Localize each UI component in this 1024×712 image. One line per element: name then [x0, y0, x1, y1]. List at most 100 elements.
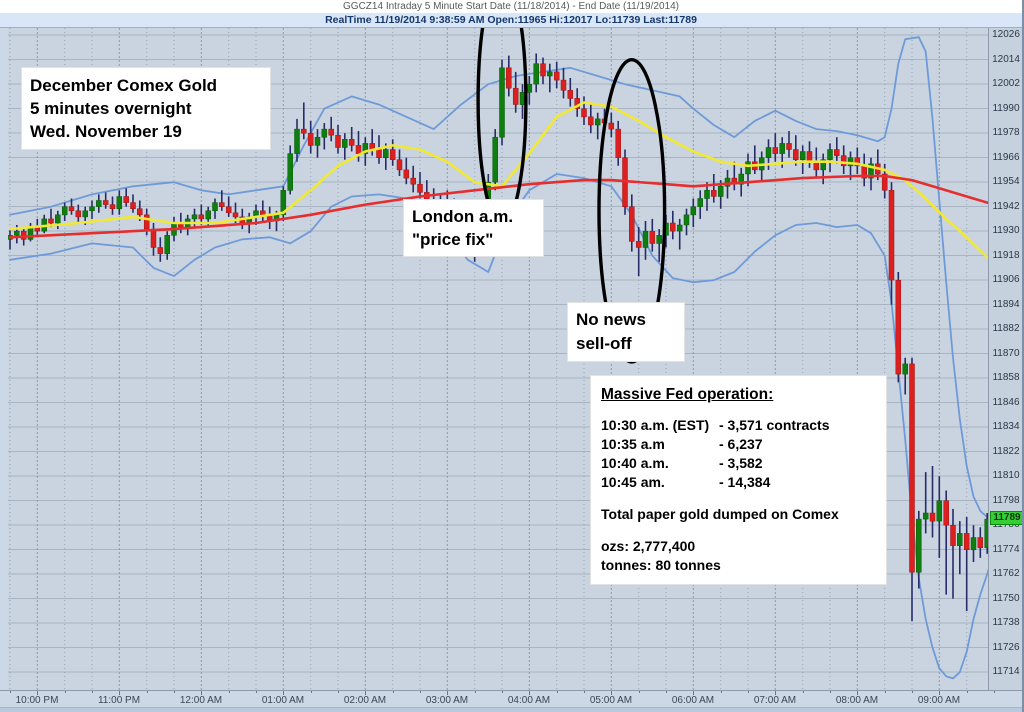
price-axis[interactable]: 11789 1202612014120021199011978119661195… [988, 28, 1023, 690]
candle-down [773, 148, 778, 154]
price-tick-label: 11942 [989, 202, 1023, 212]
candle-down [260, 211, 265, 215]
candle-up [766, 148, 771, 158]
candle-up [213, 203, 218, 211]
candle-down [349, 139, 354, 145]
annotation-line: 5 minutes overnight [30, 97, 262, 120]
price-tick-label: 11774 [989, 545, 1023, 555]
price-tick-label: 12014 [989, 55, 1023, 65]
price-tick-label: 11906 [989, 275, 1023, 285]
candle-up [96, 201, 101, 207]
candle-up [677, 225, 682, 231]
candle-down [151, 229, 156, 247]
candle-up [971, 538, 976, 550]
time-tick-label: 08:00 AM [836, 695, 878, 706]
candle-down [131, 203, 136, 209]
candle-up [916, 519, 921, 572]
time-tick [256, 691, 257, 693]
annotation-line: London a.m. [412, 205, 535, 228]
candle-up [322, 129, 327, 137]
candle-down [807, 152, 812, 162]
realtime-quote-line: RealTime 11/19/2014 9:38:59 AM Open:1196… [0, 13, 1022, 28]
time-tick [748, 691, 749, 693]
candle-up [643, 231, 648, 247]
chart-plot[interactable]: December Comex Gold 5 minutes overnight … [8, 28, 988, 690]
candle-down [199, 215, 204, 219]
candle-down [711, 190, 716, 196]
candle-down [513, 88, 518, 104]
candle-up [534, 64, 539, 84]
annotation-line: Wed. November 19 [30, 120, 262, 143]
candle-down [561, 80, 566, 90]
candle-down [944, 501, 949, 526]
fed-time: 10:45 am. [601, 473, 719, 492]
price-tick-label: 11726 [989, 643, 1023, 653]
time-tick [666, 691, 667, 693]
candle-down [541, 64, 546, 76]
candle-up [288, 154, 293, 191]
candle-down [951, 525, 956, 545]
price-tick-label: 11894 [989, 300, 1023, 310]
fed-row: 10:40 a.m. - 3,582 [601, 454, 878, 473]
time-tick [557, 691, 558, 693]
candle-down [554, 72, 559, 80]
price-tick-label: 11918 [989, 251, 1023, 261]
annotation-line: No news [576, 308, 676, 332]
candle-down [930, 513, 935, 521]
candle-down [616, 129, 621, 158]
time-tick [994, 691, 995, 693]
candle-up [206, 211, 211, 219]
candle-down [609, 123, 614, 129]
candle-down [329, 129, 334, 135]
fed-value: - 3,571 contracts [719, 416, 830, 435]
time-tick [311, 691, 312, 693]
candle-up [500, 68, 505, 137]
price-tick-label: 12002 [989, 79, 1023, 89]
candle-down [896, 280, 901, 374]
candle-up [718, 186, 723, 196]
candle-down [588, 117, 593, 125]
time-tick-label: 03:00 AM [426, 695, 468, 706]
price-tick-label: 11822 [989, 447, 1023, 457]
time-tick [475, 691, 476, 693]
annotation-london-fix: London a.m. "price fix" [404, 200, 543, 256]
candle-down [397, 160, 402, 170]
fed-total: Total paper gold dumped on Comex [601, 505, 878, 524]
candle-down [336, 135, 341, 147]
candle-up [14, 231, 19, 235]
time-tick [10, 691, 11, 693]
time-tick-label: 10:00 PM [16, 695, 59, 706]
candle-up [957, 533, 962, 545]
fed-value: - 3,582 [719, 454, 763, 473]
candle-up [705, 190, 710, 198]
candle-down [69, 207, 74, 211]
candle-down [793, 150, 798, 160]
time-axis[interactable]: 10:00 PM11:00 PM12:00 AM01:00 AM02:00 AM… [0, 690, 1024, 708]
candle-up [684, 215, 689, 225]
candle-up [55, 215, 60, 223]
fed-value: - 14,384 [719, 473, 770, 492]
candle-down [390, 150, 395, 160]
time-tick-label: 01:00 AM [262, 695, 304, 706]
time-tick [92, 691, 93, 693]
price-tick-label: 11870 [989, 349, 1023, 359]
candle-down [834, 150, 839, 156]
time-tick-label: 07:00 AM [754, 695, 796, 706]
candle-down [582, 109, 587, 117]
price-tick-label: 11858 [989, 373, 1023, 383]
time-tick [147, 691, 148, 693]
time-tick [584, 691, 585, 693]
price-tick-label: 11738 [989, 618, 1023, 628]
candle-down [568, 90, 573, 98]
candle-down [158, 248, 163, 254]
time-tick-label: 06:00 AM [672, 695, 714, 706]
candle-down [226, 207, 231, 213]
annotation-no-news-selloff: No news sell-off [568, 303, 684, 361]
candle-up [691, 207, 696, 215]
candle-up [527, 84, 532, 92]
candle-down [76, 211, 81, 217]
candle-up [342, 139, 347, 147]
candle-down [506, 68, 511, 88]
candle-up [547, 72, 552, 76]
candle-up [698, 199, 703, 207]
